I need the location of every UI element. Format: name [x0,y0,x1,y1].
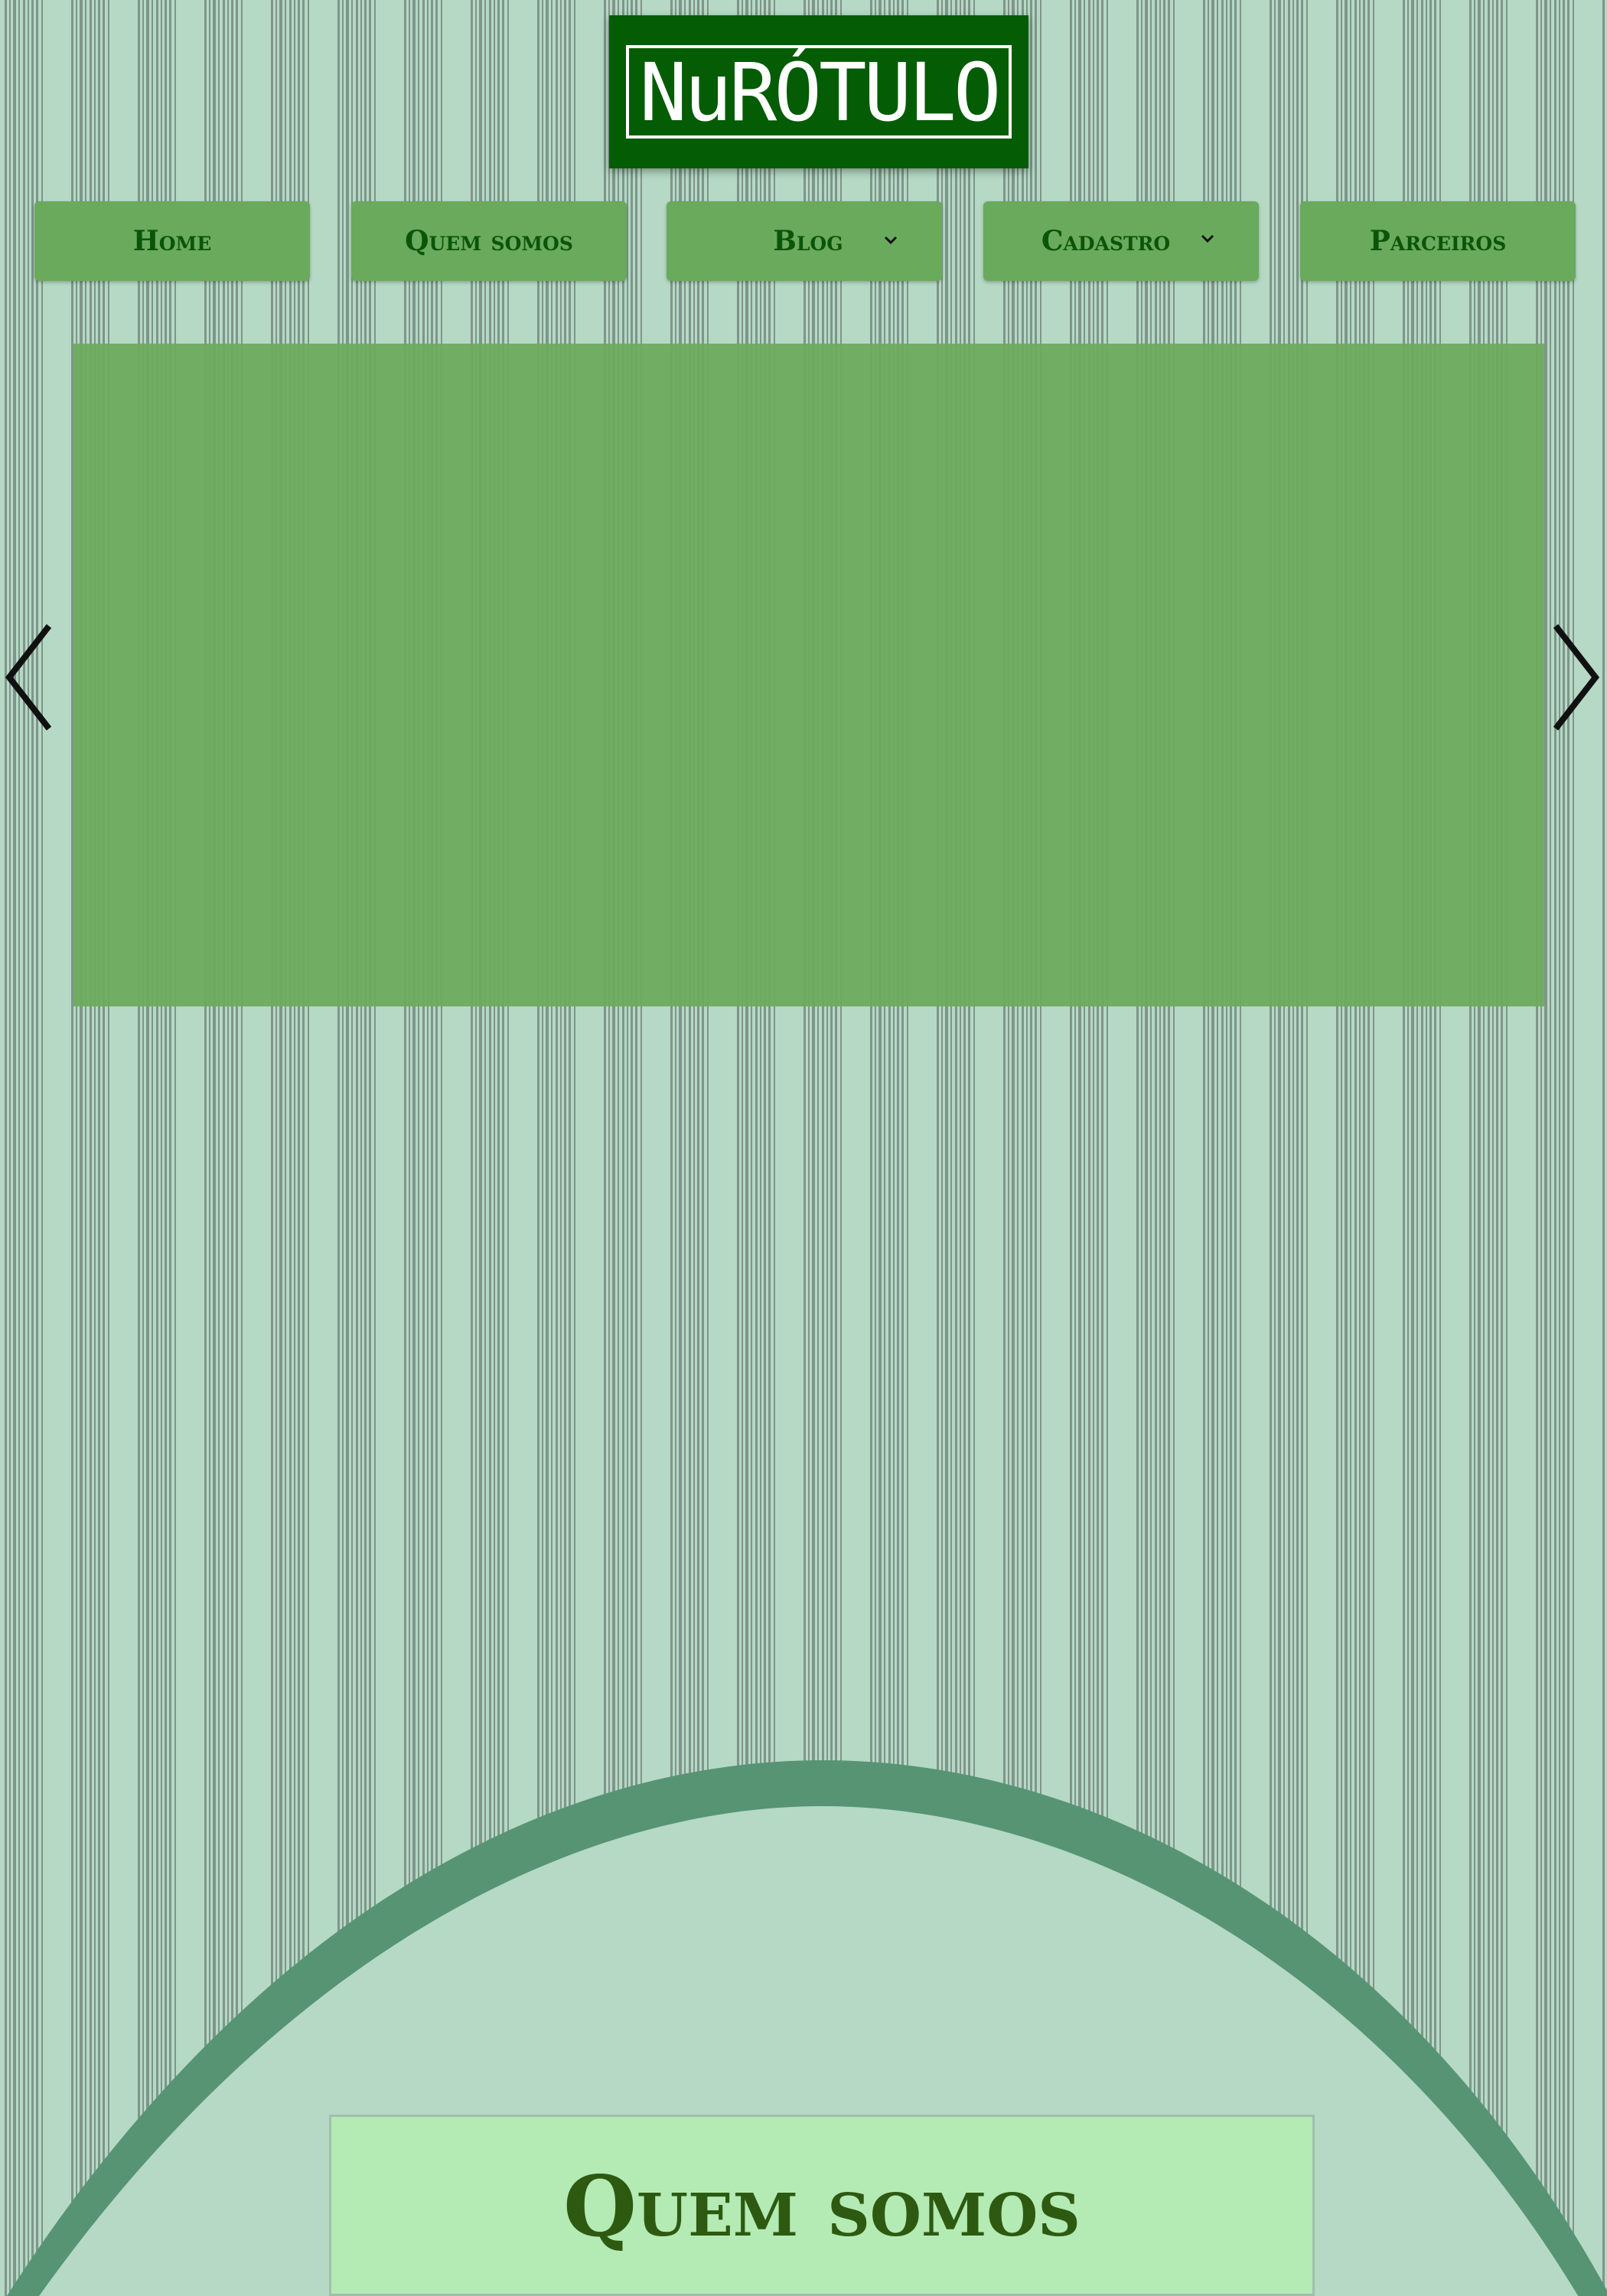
hero-carousel [73,344,1544,1006]
nav-item-cadastro[interactable]: Cadastro [983,201,1259,281]
nav-item-label: Blog [773,225,843,257]
site-logo[interactable]: NuRÓTULO [609,15,1028,168]
nav-item-label: Quem somos [405,225,573,257]
chevron-left-icon[interactable] [2,620,55,735]
chevron-right-icon[interactable] [1550,620,1603,735]
chevron-down-icon [884,236,898,245]
main-navigation: Home Quem somos Blog Cadastro Parceiros [0,201,1607,281]
nav-item-label: Parceiros [1369,225,1507,257]
nav-item-label: Home [132,225,212,257]
nav-item-label: Cadastro [1041,225,1171,257]
nav-item-parceiros[interactable]: Parceiros [1300,201,1576,281]
nav-item-quem-somos[interactable]: Quem somos [351,201,627,281]
about-section: Quem somos [329,2115,1315,2296]
chevron-down-icon [1201,234,1214,243]
logo-text: NuRÓTULO [625,45,1012,139]
section-title: Quem somos [563,2157,1081,2255]
nav-item-blog[interactable]: Blog [667,201,942,281]
nav-item-home[interactable]: Home [34,201,310,281]
